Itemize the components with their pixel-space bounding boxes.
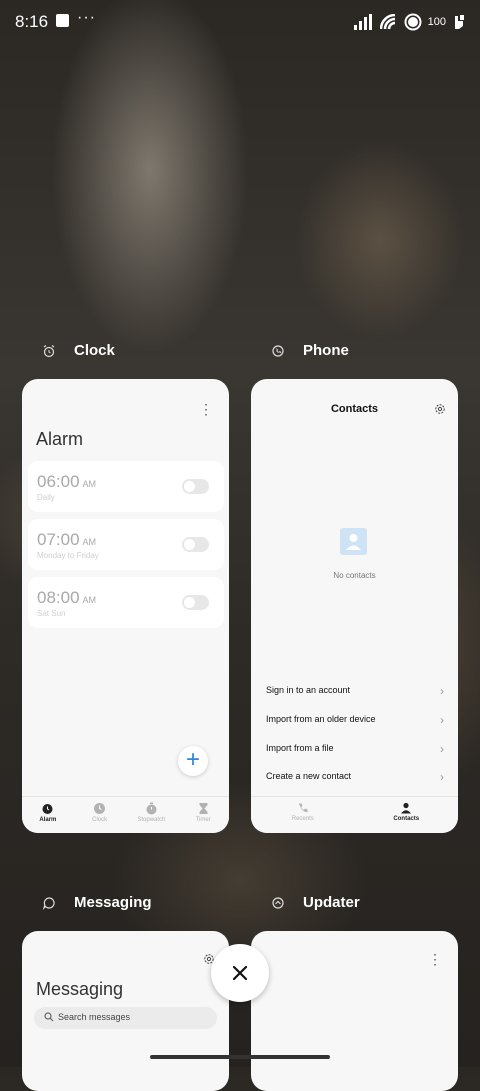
app-label-updater[interactable]: Updater — [271, 894, 360, 911]
status-right: 100 — [353, 11, 466, 33]
alarm-repeat: Sat Sun — [37, 609, 66, 618]
status-bar: 8:16 ··· 100 — [0, 0, 480, 44]
messaging-title: Messaging — [36, 979, 124, 999]
status-time: 8:16 — [15, 12, 49, 31]
nav-timer[interactable]: Timer — [177, 797, 229, 833]
phone-recents-icon — [298, 803, 308, 813]
nav-clock[interactable]: Clock — [74, 797, 126, 833]
contacts-title: Contacts — [330, 403, 379, 415]
app-name: Phone — [303, 342, 349, 359]
alarm-nav-icon — [42, 804, 53, 814]
updater-icon — [272, 896, 284, 909]
settings-gear-icon[interactable] — [434, 403, 446, 415]
close-icon — [232, 965, 248, 981]
search-messages-input[interactable]: Search messages — [34, 1007, 217, 1029]
sign-in-account-row[interactable]: Sign in to an account › — [266, 682, 444, 702]
alarm-toggle[interactable] — [182, 595, 209, 610]
app-name: Messaging — [74, 894, 152, 911]
nav-alarm[interactable]: Alarm — [22, 797, 74, 833]
nav-recents[interactable]: Recents — [251, 797, 355, 833]
alarm-toggle[interactable] — [182, 479, 209, 494]
empty-contacts-icon — [340, 528, 367, 555]
chevron-right-icon: › — [440, 684, 444, 698]
battery-level: 100 — [427, 16, 446, 28]
more-notifications-icon: ··· — [77, 9, 96, 26]
stopwatch-nav-icon — [146, 802, 157, 815]
no-contacts-text: No contacts — [333, 571, 376, 580]
search-placeholder: Search messages — [58, 1012, 131, 1022]
app-name: Updater — [303, 894, 360, 911]
app-label-phone[interactable]: Phone — [271, 342, 349, 359]
clear-all-button[interactable] — [211, 944, 269, 1002]
alarm-item[interactable]: 07:00 AM Monday to Friday — [28, 519, 224, 570]
nav-stopwatch[interactable]: Stopwatch — [126, 797, 178, 833]
alarm-clock-icon — [43, 344, 55, 357]
more-options-icon[interactable]: ⋮ — [428, 951, 442, 968]
home-indicator[interactable] — [150, 1055, 330, 1059]
chevron-right-icon: › — [440, 713, 444, 727]
chevron-right-icon: › — [440, 742, 444, 756]
chevron-right-icon: › — [440, 770, 444, 784]
app-label-clock[interactable]: Clock — [42, 342, 115, 359]
updater-app-card[interactable]: ⋮ — [251, 931, 458, 1091]
alarm-title: Alarm — [36, 429, 84, 449]
nav-contacts[interactable]: Contacts — [355, 797, 459, 833]
alarm-item[interactable]: 06:00 AM Daily — [28, 461, 224, 512]
wifi-icon — [379, 14, 395, 30]
app-label-messaging[interactable]: Messaging — [42, 894, 152, 911]
clock-nav-icon — [94, 803, 106, 814]
alarm-toggle[interactable] — [182, 537, 209, 552]
alarm-time: 08:00 AM — [37, 588, 97, 607]
alarm-time: 07:00 AM — [37, 530, 97, 549]
import-file-row[interactable]: Import from a file › — [266, 740, 444, 760]
create-contact-row[interactable]: Create a new contact › — [266, 768, 444, 788]
message-icon — [42, 896, 55, 910]
hourglass-nav-icon — [199, 803, 208, 814]
person-icon — [401, 802, 412, 814]
messaging-app-card[interactable]: Messaging Search messages — [22, 931, 229, 1091]
phone-icon — [272, 344, 284, 357]
charging-hand-icon — [455, 15, 464, 29]
clock-app-card[interactable]: ⋮ Alarm 06:00 AM Daily 07:00 AM Monday to … — [22, 379, 229, 833]
phone-app-card[interactable]: Contacts No contacts Sign in to an accou… — [251, 379, 458, 833]
phone-bottom-nav: Recents Contacts — [251, 796, 458, 833]
alarm-repeat: Monday to Friday — [37, 551, 99, 560]
more-options-icon[interactable]: ⋮ — [199, 401, 213, 418]
battery-ring-icon — [404, 13, 422, 31]
add-alarm-button[interactable]: + — [178, 746, 208, 776]
alarm-time: 06:00 AM — [37, 472, 97, 491]
search-icon — [44, 1012, 54, 1022]
alarm-item[interactable]: 08:00 AM Sat Sun — [28, 577, 224, 628]
clock-bottom-nav: Alarm Clock Stopwatch Timer — [22, 796, 229, 833]
signal-icon — [353, 14, 372, 30]
app-name: Clock — [74, 342, 115, 359]
notification-icon — [56, 14, 69, 27]
import-older-device-row[interactable]: Import from an older device › — [266, 711, 444, 731]
alarm-repeat: Daily — [37, 493, 55, 502]
